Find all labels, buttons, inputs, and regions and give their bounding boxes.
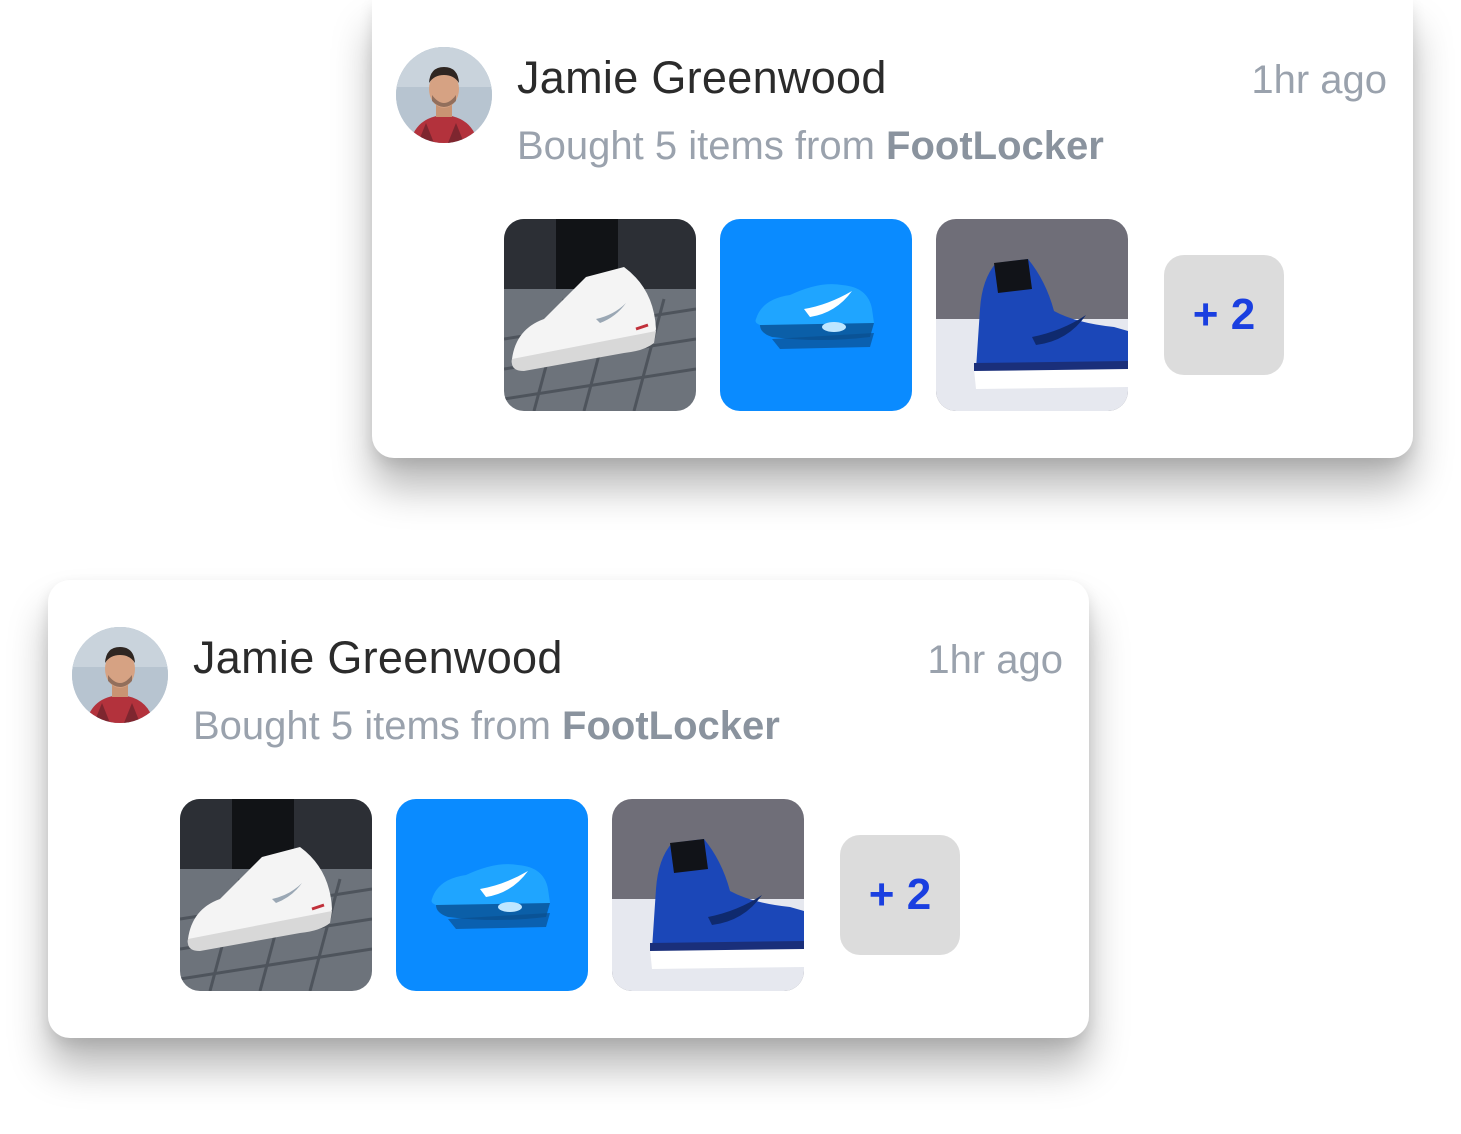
user-name[interactable]: Jamie Greenwood: [517, 52, 887, 104]
product-thumbnail-white-sneaker[interactable]: [180, 799, 372, 991]
activity-description: Bought 5 items from FootLocker: [517, 124, 1104, 169]
activity-card[interactable]: Jamie Greenwood 1hr ago Bought 5 items f…: [48, 580, 1089, 1038]
activity-description: Bought 5 items from FootLocker: [193, 704, 780, 749]
avatar[interactable]: [72, 627, 168, 723]
store-name[interactable]: FootLocker: [562, 704, 780, 748]
user-name[interactable]: Jamie Greenwood: [193, 632, 563, 684]
product-thumbnail-white-sneaker[interactable]: [504, 219, 696, 411]
more-items-badge[interactable]: + 2: [1164, 255, 1284, 375]
activity-card[interactable]: Jamie Greenwood 1hr ago Bought 5 items f…: [372, 0, 1413, 458]
more-items-badge[interactable]: + 2: [840, 835, 960, 955]
avatar[interactable]: [396, 47, 492, 143]
product-thumbnail-blue-sneaker[interactable]: [396, 799, 588, 991]
timestamp: 1hr ago: [927, 638, 1063, 682]
timestamp: 1hr ago: [1251, 58, 1387, 102]
product-thumbnail-blue-high-top[interactable]: [612, 799, 804, 991]
action-text: Bought 5 items from: [517, 124, 887, 168]
store-name[interactable]: FootLocker: [886, 124, 1104, 168]
product-thumbnail-blue-sneaker[interactable]: [720, 219, 912, 411]
action-text: Bought 5 items from: [193, 704, 563, 748]
product-thumbnail-blue-high-top[interactable]: [936, 219, 1128, 411]
